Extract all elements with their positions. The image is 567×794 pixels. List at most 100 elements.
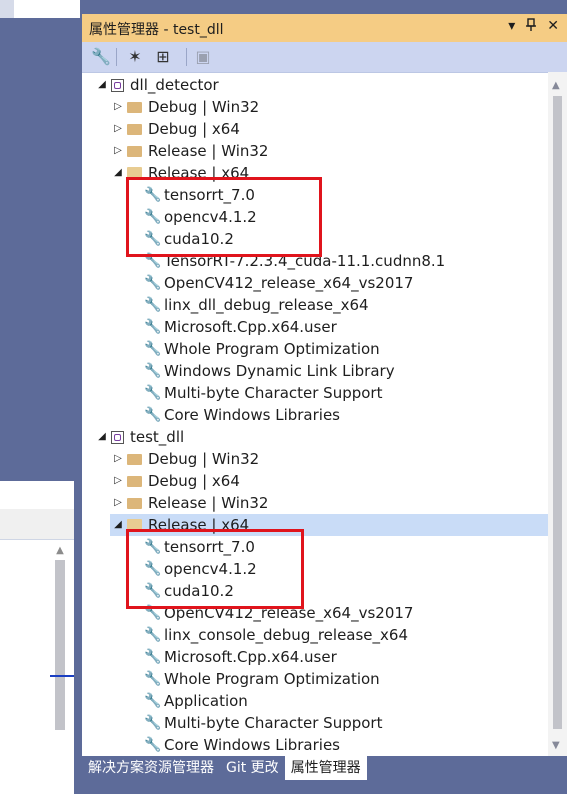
panel-title-bar[interactable]: 属性管理器 - test_dll ▾ ✕ bbox=[82, 14, 567, 42]
folder-icon bbox=[127, 123, 142, 135]
wrench-icon: 🔧 bbox=[144, 671, 162, 687]
property-manager-panel: 属性管理器 - test_dll ▾ ✕ 🔧 ✶ ⊞ ▣ ◢ dll_detect… bbox=[82, 14, 567, 794]
expanded-arrow-icon[interactable]: ◢ bbox=[112, 162, 124, 184]
collapsed-arrow-icon[interactable]: ▷ bbox=[112, 492, 124, 514]
property-tree: ◢ dll_detector ▷ Debug | Win32 ▷ Debug | x64 ▷… bbox=[82, 72, 548, 772]
property-sheet-item[interactable]: 🔧 Whole Program Optimization bbox=[144, 668, 380, 690]
annotation-highlight-box bbox=[126, 529, 304, 609]
output-panel-toolbar bbox=[0, 509, 74, 540]
property-sheet-label: linx_dll_debug_release_x64 bbox=[164, 296, 369, 314]
magic-wand-icon[interactable]: ✶ bbox=[124, 46, 146, 68]
project-node[interactable]: ◢ test_dll bbox=[96, 426, 184, 448]
scrollbar-thumb[interactable] bbox=[553, 96, 562, 729]
config-label: Debug | x64 bbox=[148, 472, 240, 490]
collapsed-arrow-icon[interactable]: ▷ bbox=[112, 470, 124, 492]
scroll-down-arrow-icon[interactable]: ▼ bbox=[552, 740, 560, 751]
wrench-icon: 🔧 bbox=[144, 385, 162, 401]
text-cursor-line bbox=[50, 675, 74, 677]
tab-git-changes[interactable]: Git 更改 bbox=[220, 756, 285, 780]
wrench-icon: 🔧 bbox=[144, 693, 162, 709]
property-sheet-label: Whole Program Optimization bbox=[164, 340, 380, 358]
editor-tab-strip bbox=[0, 0, 14, 18]
config-node[interactable]: ▷ Release | Win32 bbox=[112, 140, 268, 162]
property-sheet-label: Core Windows Libraries bbox=[164, 736, 340, 754]
config-node[interactable]: ▷ Debug | x64 bbox=[112, 470, 240, 492]
property-sheet-item[interactable]: 🔧 Multi-byte Character Support bbox=[144, 712, 382, 734]
panel-title: 属性管理器 - test_dll bbox=[89, 22, 224, 38]
project-node[interactable]: ◢ dll_detector bbox=[96, 74, 219, 96]
config-label: Release | Win32 bbox=[148, 494, 269, 512]
property-sheet-label: Multi-byte Character Support bbox=[164, 714, 383, 732]
property-sheet-label: linx_console_debug_release_x64 bbox=[164, 626, 408, 644]
panel-toolbar: 🔧 ✶ ⊞ ▣ bbox=[82, 42, 567, 73]
config-node[interactable]: ▷ Debug | Win32 bbox=[112, 448, 259, 470]
config-label: Debug | x64 bbox=[148, 120, 240, 138]
collapsed-arrow-icon[interactable]: ▷ bbox=[112, 448, 124, 470]
property-sheet-item[interactable]: 🔧 linx_dll_debug_release_x64 bbox=[144, 294, 369, 316]
config-node[interactable]: ▷ Release | Win32 bbox=[112, 492, 268, 514]
property-sheet-item[interactable]: 🔧 Application bbox=[144, 690, 248, 712]
property-sheet-item[interactable]: 🔧 OpenCV412_release_x64_vs2017 bbox=[144, 272, 413, 294]
config-node[interactable]: ▷ Debug | x64 bbox=[112, 118, 240, 140]
scroll-up-arrow-icon[interactable]: ▲ bbox=[52, 545, 68, 556]
panel-vertical-scrollbar[interactable]: ▲ ▼ bbox=[548, 72, 567, 762]
property-sheet-label: Core Windows Libraries bbox=[164, 406, 340, 424]
annotation-highlight-box bbox=[126, 177, 322, 257]
status-strip bbox=[82, 780, 567, 794]
toolbar-separator bbox=[186, 48, 187, 66]
property-sheet-item[interactable]: 🔧 Microsoft.Cpp.x64.user bbox=[144, 316, 337, 338]
tab-property-manager[interactable]: 属性管理器 bbox=[284, 756, 367, 780]
folder-icon bbox=[127, 475, 142, 487]
project-name: dll_detector bbox=[130, 76, 219, 94]
wrench-icon[interactable]: 🔧 bbox=[90, 46, 112, 68]
config-label: Debug | Win32 bbox=[148, 450, 260, 468]
bottom-tab-bar: 解决方案资源管理器 Git 更改 属性管理器 bbox=[82, 756, 567, 780]
property-sheet-item[interactable]: 🔧 Core Windows Libraries bbox=[144, 734, 340, 756]
wrench-icon: 🔧 bbox=[144, 275, 162, 291]
scrollbar-thumb[interactable] bbox=[55, 560, 65, 730]
wrench-icon: 🔧 bbox=[144, 627, 162, 643]
property-sheet-item[interactable]: 🔧 Multi-byte Character Support bbox=[144, 382, 382, 404]
wrench-icon: 🔧 bbox=[144, 363, 162, 379]
close-icon[interactable]: ✕ bbox=[547, 18, 559, 36]
config-label: Debug | Win32 bbox=[148, 98, 260, 116]
add-property-sheet-icon[interactable]: ⊞ bbox=[152, 46, 174, 68]
tab-solution-explorer[interactable]: 解决方案资源管理器 bbox=[82, 756, 220, 780]
collapsed-arrow-icon[interactable]: ▷ bbox=[112, 96, 124, 118]
property-sheet-item[interactable]: 🔧 Microsoft.Cpp.x64.user bbox=[144, 646, 337, 668]
wrench-icon: 🔧 bbox=[144, 649, 162, 665]
wrench-icon: 🔧 bbox=[144, 319, 162, 335]
wrench-icon: 🔧 bbox=[144, 407, 162, 423]
property-sheet-item[interactable]: 🔧 Windows Dynamic Link Library bbox=[144, 360, 395, 382]
property-sheet-label: Windows Dynamic Link Library bbox=[164, 362, 395, 380]
property-sheet-item[interactable]: 🔧 Whole Program Optimization bbox=[144, 338, 380, 360]
folder-icon bbox=[127, 497, 142, 509]
project-icon bbox=[111, 430, 124, 444]
folder-icon bbox=[127, 101, 142, 113]
property-sheet-label: Microsoft.Cpp.x64.user bbox=[164, 648, 337, 666]
expanded-arrow-icon[interactable]: ◢ bbox=[96, 74, 108, 96]
toolbar-separator bbox=[116, 48, 117, 66]
config-node[interactable]: ▷ Debug | Win32 bbox=[112, 96, 259, 118]
collapsed-arrow-icon[interactable]: ▷ bbox=[112, 140, 124, 162]
wrench-icon: 🔧 bbox=[144, 737, 162, 753]
property-sheet-item[interactable]: 🔧 linx_console_debug_release_x64 bbox=[144, 624, 408, 646]
property-sheet-label: OpenCV412_release_x64_vs2017 bbox=[164, 274, 414, 292]
folder-icon bbox=[127, 453, 142, 465]
wrench-icon: 🔧 bbox=[144, 341, 162, 357]
project-name: test_dll bbox=[130, 428, 185, 446]
expanded-arrow-icon[interactable]: ◢ bbox=[96, 426, 108, 448]
collapsed-arrow-icon[interactable]: ▷ bbox=[112, 118, 124, 140]
property-sheet-label: Multi-byte Character Support bbox=[164, 384, 383, 402]
pin-icon[interactable] bbox=[525, 18, 537, 36]
property-sheet-item[interactable]: 🔧 Core Windows Libraries bbox=[144, 404, 340, 426]
expanded-arrow-icon[interactable]: ◢ bbox=[112, 514, 124, 536]
property-sheet-label: Whole Program Optimization bbox=[164, 670, 380, 688]
output-panel-scrollbar[interactable]: ▲ bbox=[52, 545, 68, 745]
save-icon[interactable]: ▣ bbox=[192, 46, 214, 68]
folder-icon bbox=[127, 145, 142, 157]
project-icon bbox=[111, 78, 124, 92]
window-position-dropdown-icon[interactable]: ▾ bbox=[508, 18, 515, 36]
scroll-up-arrow-icon[interactable]: ▲ bbox=[552, 80, 560, 91]
wrench-icon: 🔧 bbox=[144, 297, 162, 313]
